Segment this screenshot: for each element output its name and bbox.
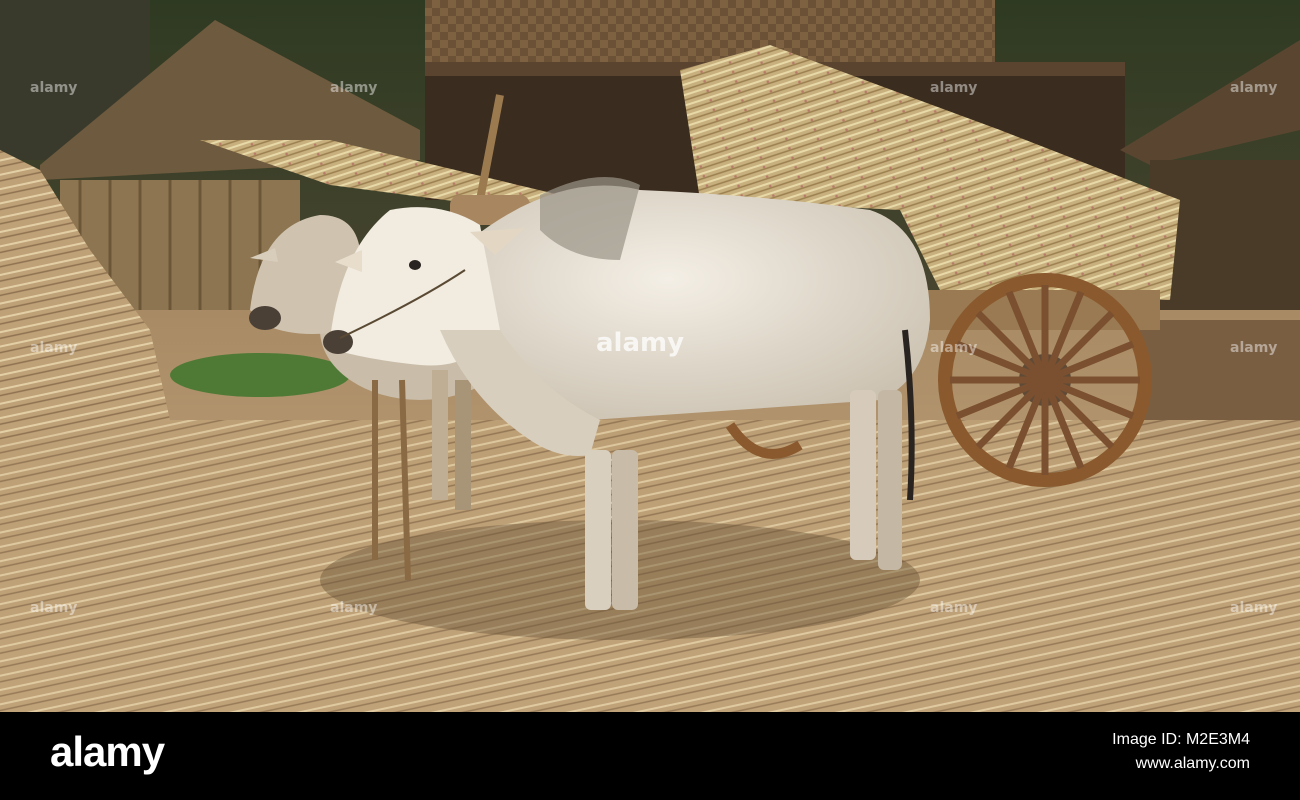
- photo-scene: [0, 0, 1300, 712]
- footer-bar: [0, 712, 1300, 800]
- ox-front-leg-2: [612, 450, 638, 610]
- cart-wheel: [938, 273, 1152, 487]
- woven-house-wall: [425, 0, 995, 70]
- ox-front-leg-1: [585, 450, 611, 610]
- ox-eye: [409, 260, 421, 270]
- stock-photo: alamy alamy alamy alamy alamy alamy alam…: [0, 0, 1300, 712]
- ox-hind-leg-2: [878, 390, 902, 570]
- image-meta: Image ID: M2E3M4 www.alamy.com: [1112, 728, 1250, 776]
- ox-hind-leg-1: [850, 390, 876, 560]
- green-weeds: [170, 353, 350, 397]
- image-id: Image ID: M2E3M4: [1112, 731, 1250, 748]
- brand-logo[interactable]: alamy: [50, 728, 165, 776]
- site-url[interactable]: www.alamy.com: [1112, 752, 1250, 776]
